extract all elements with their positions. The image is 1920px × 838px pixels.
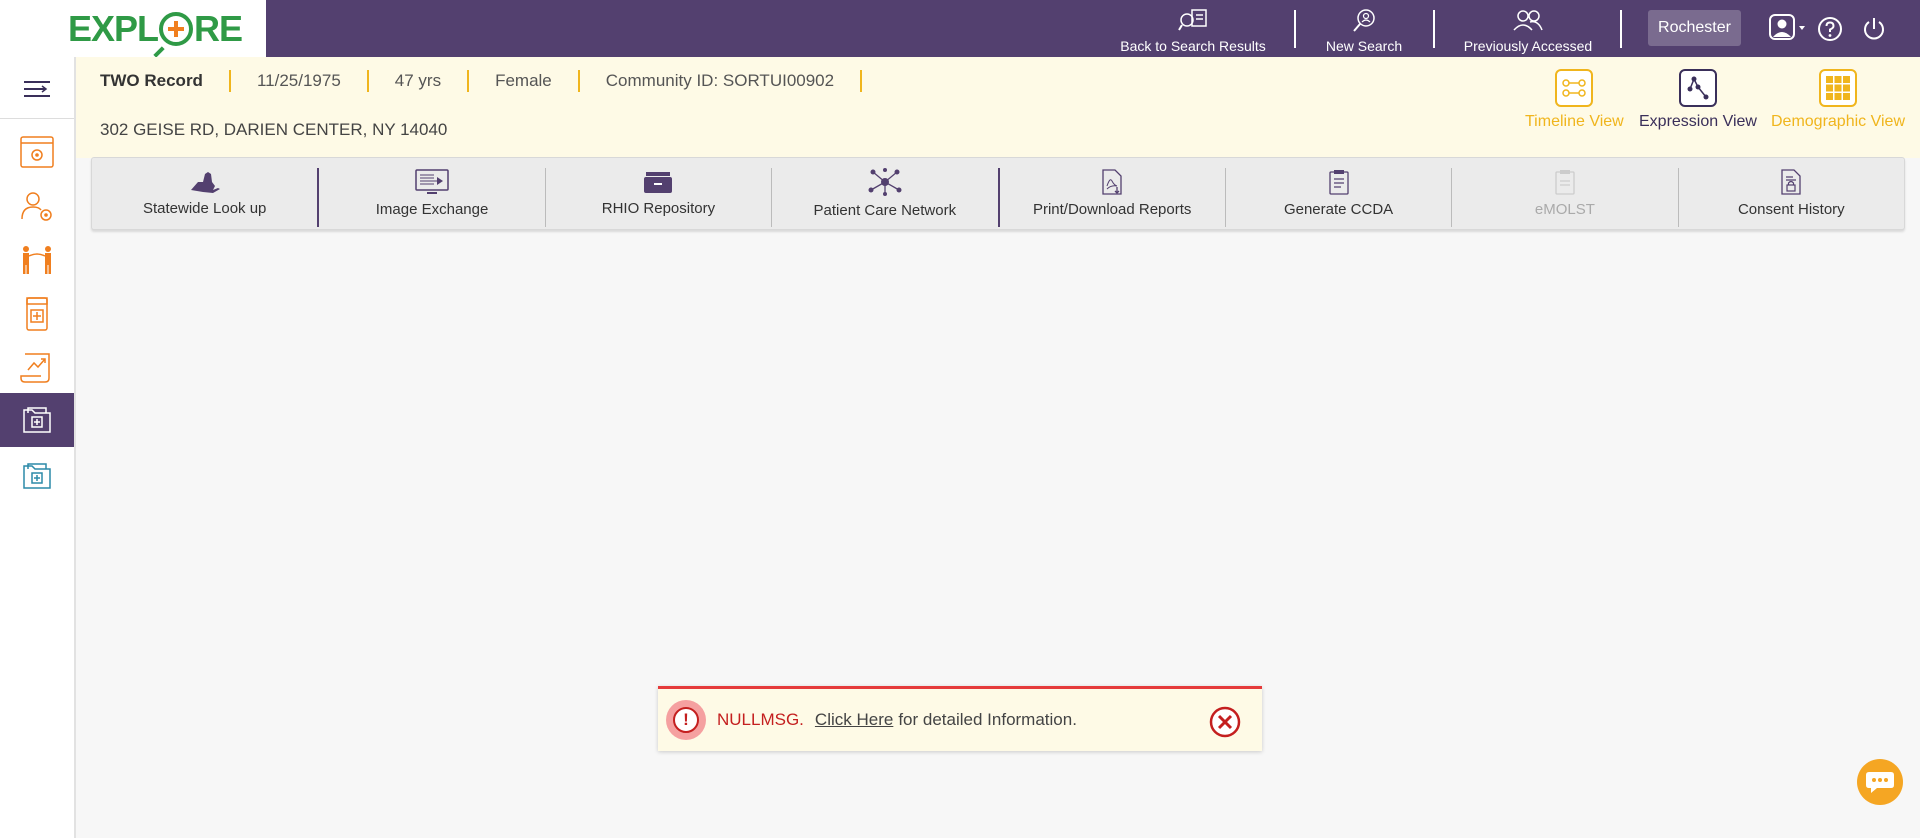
timeline-view-button[interactable]: Timeline View	[1525, 69, 1624, 131]
people-handshake-icon	[23, 246, 51, 274]
timeline-icon	[1555, 69, 1594, 107]
sidebar-divider	[0, 118, 74, 119]
alert-message: NULLMSG.	[717, 710, 804, 729]
nav-divider	[1620, 10, 1622, 48]
consent-history-label: Consent History	[1737, 201, 1845, 218]
logout-button[interactable]	[1862, 16, 1886, 47]
emolst-button[interactable]: eMOLST	[1452, 158, 1677, 229]
alert-details-link[interactable]: Click Here	[815, 710, 893, 730]
expression-graph-icon	[1678, 69, 1717, 107]
expression-view-button[interactable]: Expression View	[1639, 69, 1757, 131]
sidebar-item-care-team[interactable]	[0, 233, 74, 287]
expression-view-label: Expression View	[1639, 113, 1757, 130]
generate-ccda-button[interactable]: Generate CCDA	[1226, 158, 1451, 229]
close-circle-icon	[1209, 706, 1241, 738]
top-navigation-bar: EXPL RE Back to Search Results New Search	[0, 0, 1920, 58]
emolst-label: eMOLST	[1534, 201, 1595, 218]
new-search-button[interactable]: New Search	[1318, 4, 1410, 54]
patient-header: TWO Record 11/25/1975 47 yrs Female Comm…	[76, 57, 1920, 158]
location-selector[interactable]: Rochester	[1648, 10, 1741, 46]
user-profile-icon	[1769, 14, 1805, 40]
image-exchange-button[interactable]: Image Exchange	[319, 158, 544, 229]
chat-bubble-icon	[1866, 772, 1894, 793]
image-exchange-label: Image Exchange	[375, 201, 489, 218]
statewide-lookup-button[interactable]: Statewide Look up	[92, 158, 317, 229]
help-button[interactable]	[1817, 16, 1843, 47]
rhio-repository-button[interactable]: RHIO Repository	[546, 158, 771, 229]
previously-accessed-label: Previously Accessed	[1463, 38, 1593, 54]
demographic-view-label: Demographic View	[1771, 113, 1905, 130]
emolst-document-icon	[1555, 170, 1575, 195]
sidebar-item-add-folder[interactable]	[0, 449, 74, 503]
new-search-label: New Search	[1325, 38, 1403, 54]
medical-document-icon	[26, 297, 48, 331]
help-icon	[1818, 17, 1842, 41]
print-download-reports-button[interactable]: Print/Download Reports	[1000, 158, 1225, 229]
menu-collapse-icon	[24, 81, 50, 97]
timeline-view-label: Timeline View	[1525, 113, 1624, 130]
back-to-search-results-label: Back to Search Results	[1120, 38, 1266, 54]
sidebar-item-reports[interactable]	[0, 341, 74, 395]
user-profile-menu[interactable]	[1768, 13, 1808, 48]
chart-scroll-icon	[20, 353, 50, 383]
nav-divider	[1294, 10, 1296, 48]
settings-page-icon	[20, 136, 54, 168]
pdf-download-icon	[1102, 169, 1122, 195]
patient-record-name: TWO Record	[100, 70, 231, 92]
back-to-search-results-button[interactable]: Back to Search Results	[1118, 4, 1268, 54]
power-icon	[1864, 18, 1884, 40]
logo-container: EXPL RE	[0, 0, 266, 58]
patient-gender: Female	[469, 70, 580, 92]
previously-accessed-button[interactable]: Previously Accessed	[1460, 4, 1596, 54]
print-download-reports-label: Print/Download Reports	[1032, 201, 1192, 218]
demographic-view-button[interactable]: Demographic View	[1771, 69, 1905, 131]
rhio-repository-label: RHIO Repository	[601, 200, 716, 217]
error-alert: ! NULLMSG. Click Here for detailed Infor…	[658, 686, 1262, 751]
patient-action-toolbar: Statewide Look up Image Exchange RHIO Re…	[91, 157, 1905, 230]
patient-address: 302 GEISE RD, DARIEN CENTER, NY 14040	[100, 120, 448, 139]
ny-state-icon	[190, 172, 220, 193]
ccda-document-icon	[1328, 170, 1349, 195]
patient-community-id: Community ID: SORTUI00902	[580, 70, 863, 92]
left-sidebar	[0, 57, 76, 838]
patient-care-network-label: Patient Care Network	[813, 202, 957, 219]
archive-box-icon	[644, 172, 673, 193]
consent-history-button[interactable]: Consent History	[1679, 158, 1904, 229]
folder-plus-teal-icon	[23, 463, 51, 489]
user-gear-icon	[21, 192, 52, 221]
alert-close-button[interactable]	[1208, 705, 1242, 739]
alert-exclamation-icon: !	[666, 700, 706, 740]
patient-care-network-button[interactable]: Patient Care Network	[772, 158, 997, 229]
nav-divider	[1433, 10, 1435, 48]
monitor-icon	[415, 169, 449, 194]
chat-button[interactable]	[1857, 759, 1903, 805]
sidebar-item-patient-folder-active[interactable]	[0, 393, 74, 447]
statewide-lookup-label: Statewide Look up	[142, 200, 267, 217]
back-search-icon	[1178, 9, 1207, 31]
consent-document-icon	[1781, 169, 1801, 195]
folder-plus-icon	[23, 407, 51, 433]
explore-logo[interactable]: EXPL RE	[68, 8, 243, 58]
patient-summary-row: TWO Record 11/25/1975 47 yrs Female Comm…	[100, 70, 863, 92]
sidebar-toggle[interactable]	[0, 62, 74, 116]
patient-dob: 11/25/1975	[231, 70, 369, 92]
previously-accessed-icon	[1513, 10, 1543, 31]
demographic-grid-icon	[1819, 69, 1857, 107]
alert-details-text: for detailed Information.	[898, 710, 1077, 729]
new-search-icon	[1353, 9, 1375, 32]
sidebar-item-user-settings[interactable]	[0, 179, 74, 233]
network-icon	[868, 168, 902, 196]
sidebar-item-medical-record[interactable]	[0, 287, 74, 341]
generate-ccda-label: Generate CCDA	[1283, 201, 1394, 218]
patient-age: 47 yrs	[369, 70, 470, 92]
sidebar-item-settings[interactable]	[0, 125, 74, 179]
